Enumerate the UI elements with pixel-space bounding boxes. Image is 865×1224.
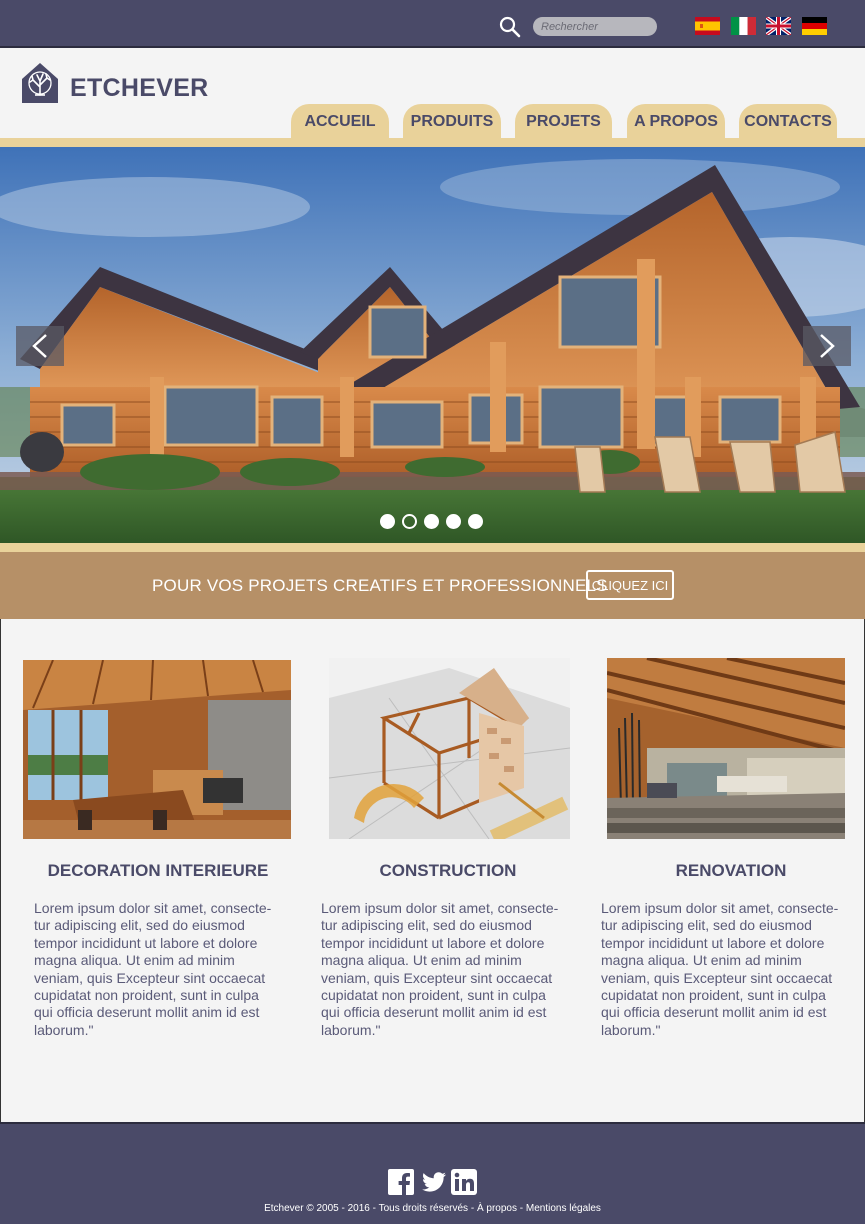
hero-image	[0, 147, 865, 543]
card-title: RENOVATION	[675, 861, 787, 880]
slider-dots	[380, 514, 483, 529]
nav-projets[interactable]: PROJETS	[515, 104, 612, 140]
chevron-right-icon	[820, 334, 835, 358]
site-footer: Etchever © 2005 - 2016 - Tous droits rés…	[0, 1122, 865, 1224]
slider-dot-active[interactable]	[402, 514, 417, 529]
cta-button[interactable]: CLIQUEZ ICI	[586, 570, 674, 600]
interior-photo[interactable]	[23, 660, 291, 839]
search-icon[interactable]	[499, 16, 521, 38]
nav-contacts[interactable]: CONTACTS	[739, 104, 837, 140]
slider-next-button[interactable]	[803, 326, 851, 366]
card-text: Lorem ipsum dolor sit amet, consecte-tur…	[34, 900, 272, 1038]
services-section: DECORATION INTERIEURE Lorem ipsum dolor …	[0, 619, 865, 1122]
divider	[0, 543, 865, 552]
slider-dot[interactable]	[380, 514, 395, 529]
brand-name[interactable]: ETCHEVER	[70, 74, 209, 103]
construction-photo[interactable]	[329, 658, 570, 839]
slider-dot[interactable]	[446, 514, 461, 529]
nav-produits[interactable]: PRODUITS	[403, 104, 501, 140]
footer-about-link[interactable]: À propos	[477, 1203, 517, 1214]
chevron-left-icon	[32, 334, 47, 358]
flag-spain-icon[interactable]	[695, 17, 720, 35]
card-text: Lorem ipsum dolor sit amet, consecte-tur…	[601, 900, 839, 1038]
nav-a-propos[interactable]: A PROPOS	[627, 104, 725, 140]
slider-prev-button[interactable]	[16, 326, 64, 366]
renovation-photo[interactable]	[607, 658, 845, 839]
footer-company: Etchever	[264, 1203, 304, 1214]
hero-slider[interactable]	[0, 147, 865, 543]
footer-copyright: © 2005 - 2016	[306, 1203, 370, 1214]
nav-accueil[interactable]: ACCUEIL	[291, 104, 389, 140]
footer-rights: Tous droits réservés	[378, 1203, 469, 1214]
banner-text: POUR VOS PROJETS CREATIFS ET PROFESSIONN…	[152, 576, 608, 595]
top-bar	[0, 0, 865, 48]
twitter-icon[interactable]	[421, 1169, 447, 1195]
promo-banner: POUR VOS PROJETS CREATIFS ET PROFESSIONN…	[0, 552, 865, 619]
house-tree-logo-icon[interactable]	[20, 61, 60, 105]
facebook-icon[interactable]	[388, 1169, 414, 1195]
footer-legal-link[interactable]: Mentions légales	[526, 1203, 601, 1214]
slider-dot[interactable]	[468, 514, 483, 529]
card-title: CONSTRUCTION	[379, 861, 517, 880]
linkedin-icon[interactable]	[451, 1169, 477, 1195]
slider-dot[interactable]	[424, 514, 439, 529]
footer-legal-text: Etchever © 2005 - 2016 - Tous droits rés…	[264, 1203, 601, 1214]
flag-germany-icon[interactable]	[802, 17, 827, 35]
search-input[interactable]	[533, 17, 657, 36]
card-title: DECORATION INTERIEURE	[47, 861, 269, 880]
flag-uk-icon[interactable]	[766, 17, 791, 35]
flag-italy-icon[interactable]	[731, 17, 756, 35]
site-header: ETCHEVER ACCUEIL PRODUITS PROJETS A PROP…	[0, 48, 865, 140]
card-text: Lorem ipsum dolor sit amet, consecte-tur…	[321, 900, 559, 1038]
divider	[0, 138, 865, 147]
